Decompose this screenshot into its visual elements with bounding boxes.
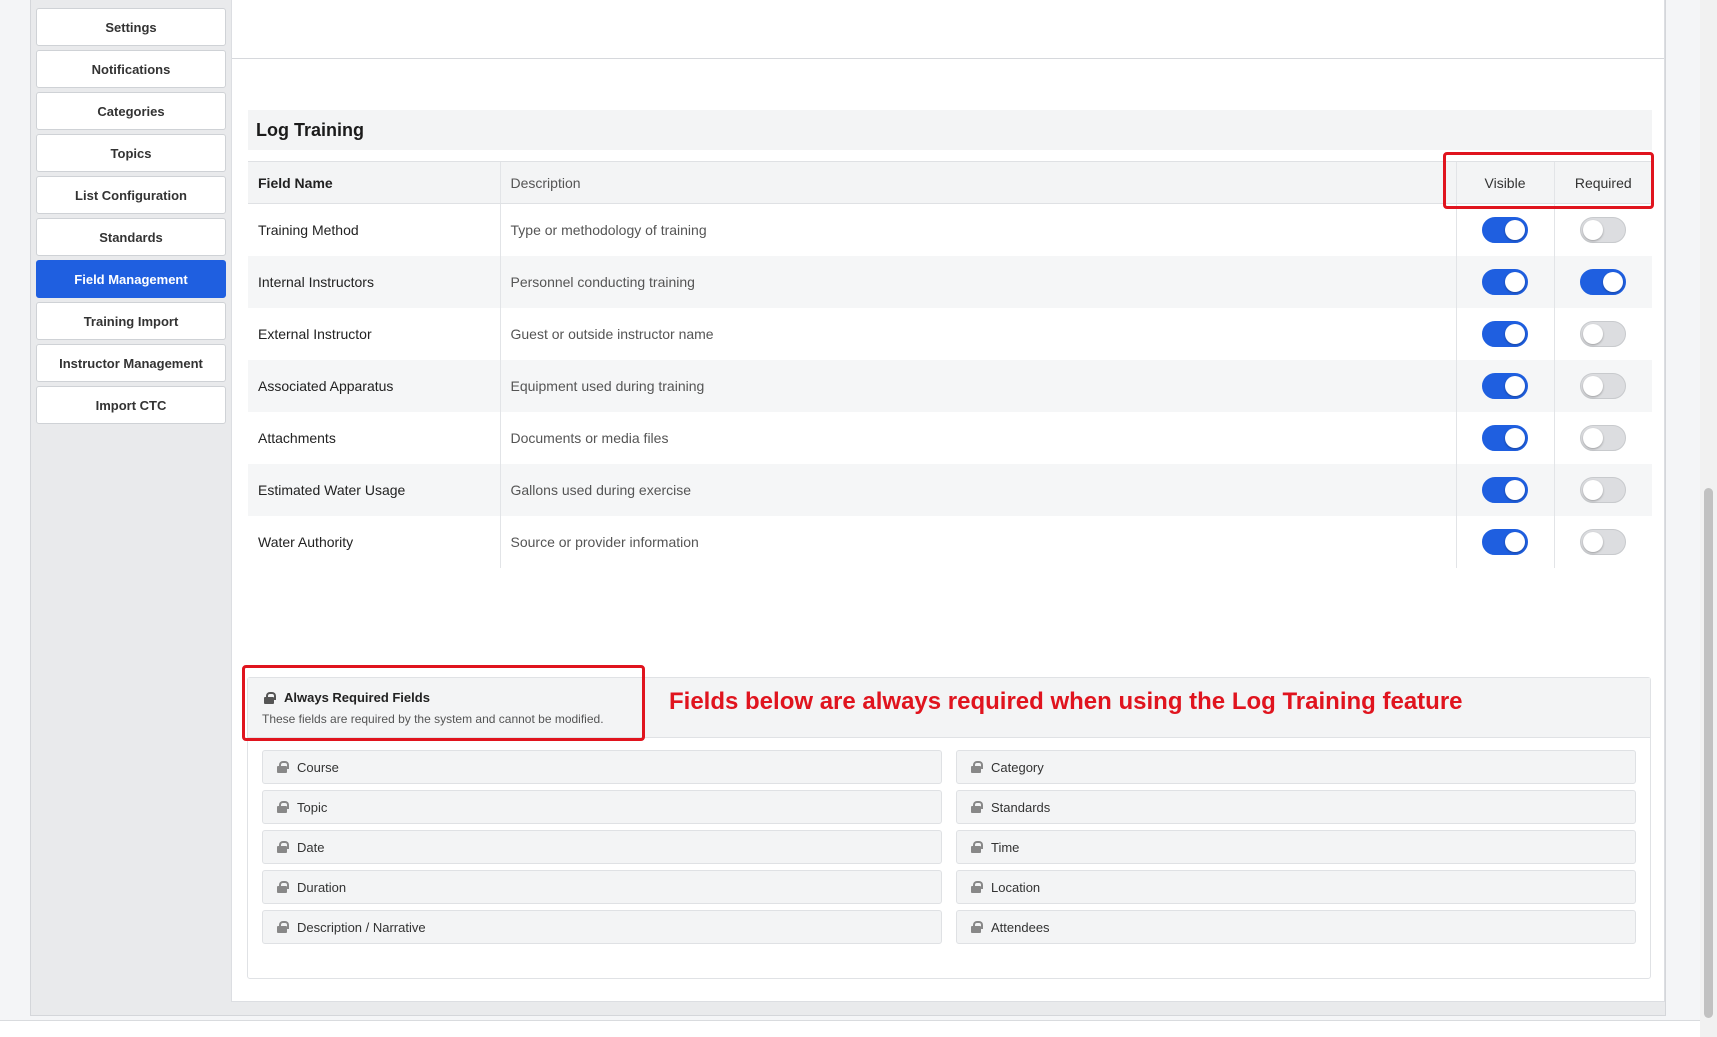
sidebar-item-import-ctc[interactable]: Import CTC — [36, 386, 226, 424]
always-required-subtitle: These fields are required by the system … — [262, 712, 604, 726]
lock-icon — [277, 761, 289, 773]
column-header-description: Description — [499, 161, 1456, 204]
lock-icon — [264, 691, 276, 704]
required-toggle[interactable] — [1580, 424, 1627, 451]
lock-icon — [971, 761, 983, 773]
divider — [232, 58, 1664, 59]
sidebar-item-training-import[interactable]: Training Import — [36, 302, 226, 340]
lock-icon — [277, 881, 289, 893]
required-field-item: Standards — [956, 790, 1636, 824]
required-field-label: Attendees — [991, 919, 1050, 935]
table-row: External Instructor Guest or outside ins… — [248, 307, 1652, 360]
required-field-item: Location — [956, 870, 1636, 904]
lock-icon — [971, 841, 983, 853]
visible-toggle[interactable] — [1482, 424, 1528, 451]
scrollbar-thumb[interactable] — [1704, 488, 1713, 1018]
sidebar-item-notifications[interactable]: Notifications — [36, 50, 226, 88]
required-field-label: Description / Narrative — [297, 919, 426, 935]
visible-toggle[interactable] — [1482, 372, 1528, 399]
required-toggle[interactable] — [1580, 528, 1627, 555]
visible-toggle[interactable] — [1482, 320, 1528, 347]
field-description: Source or provider information — [499, 515, 1456, 568]
field-description: Gallons used during exercise — [499, 463, 1456, 516]
lock-icon — [277, 921, 289, 933]
required-toggle[interactable] — [1580, 476, 1627, 503]
required-field-label: Location — [991, 879, 1041, 895]
visible-toggle[interactable] — [1482, 268, 1528, 295]
required-field-label: Standards — [991, 799, 1051, 815]
required-field-item: Category — [956, 750, 1636, 784]
required-field-label: Date — [297, 839, 325, 855]
field-table: Field Name Description Visible Required … — [248, 161, 1652, 568]
field-description: Equipment used during training — [499, 359, 1456, 412]
column-header-field-name: Field Name — [248, 161, 500, 204]
lock-icon — [971, 881, 983, 893]
field-description: Type or methodology of training — [499, 203, 1456, 256]
table-row: Internal Instructors Personnel conductin… — [248, 255, 1652, 308]
sidebar-item-topics[interactable]: Topics — [36, 134, 226, 172]
visible-toggle[interactable] — [1482, 216, 1528, 243]
sidebar-item-categories[interactable]: Categories — [36, 92, 226, 130]
window-bottom-edge — [0, 1020, 1717, 1037]
required-field-item: Description / Narrative — [262, 910, 942, 944]
field-name: Estimated Water Usage — [248, 463, 500, 516]
visible-toggle[interactable] — [1482, 528, 1528, 555]
always-required-title: Always Required Fields — [284, 690, 430, 705]
field-name: External Instructor — [258, 325, 372, 342]
field-name: Water Authority — [258, 533, 354, 550]
field-name: Attachments — [258, 429, 336, 446]
sidebar-item-instructor-management[interactable]: Instructor Management — [36, 344, 226, 382]
required-toggle[interactable] — [1580, 372, 1627, 399]
required-field-item: Duration — [262, 870, 942, 904]
column-header-required: Required — [1553, 161, 1652, 204]
sidebar-item-standards[interactable]: Standards — [36, 218, 226, 256]
field-name: Training Method — [258, 221, 359, 238]
field-description: Documents or media files — [499, 411, 1456, 464]
field-description: Guest or outside instructor name — [499, 307, 1456, 360]
required-toggle[interactable] — [1580, 216, 1627, 243]
required-field-label: Category — [991, 759, 1044, 775]
required-field-item: Date — [262, 830, 942, 864]
required-field-item: Course — [262, 750, 942, 784]
sidebar-item-field-management[interactable]: Field Management — [36, 260, 226, 298]
lock-icon — [277, 841, 289, 853]
section-title: Log Training — [248, 110, 1652, 150]
table-row: Training Method Type or methodology of t… — [248, 203, 1652, 256]
required-field-label: Duration — [297, 879, 347, 895]
required-toggle[interactable] — [1580, 320, 1627, 347]
table-row: Associated Apparatus Equipment used duri… — [248, 359, 1652, 412]
sidebar-item-list-configuration[interactable]: List Configuration — [36, 176, 226, 214]
sidebar-item-settings[interactable]: Settings — [36, 8, 226, 46]
sidebar: Settings Notifications Categories Topics… — [36, 8, 226, 428]
required-field-label: Topic — [297, 799, 328, 815]
required-toggle[interactable] — [1580, 268, 1627, 295]
always-required-card: Always Required Fields These fields are … — [247, 677, 1651, 979]
required-field-item: Topic — [262, 790, 942, 824]
lock-icon — [277, 801, 289, 813]
annotation-text: Fields below are always required when us… — [669, 688, 1463, 715]
lock-icon — [971, 801, 983, 813]
table-row: Water Authority Source or provider infor… — [248, 515, 1652, 568]
field-description: Personnel conducting training — [499, 255, 1456, 308]
lock-icon — [971, 921, 983, 933]
visible-toggle[interactable] — [1482, 476, 1528, 503]
field-name: Internal Instructors — [248, 255, 500, 308]
table-row: Estimated Water Usage Gallons used durin… — [248, 463, 1652, 516]
field-name: Associated Apparatus — [248, 359, 500, 412]
required-field-label: Time — [991, 839, 1020, 855]
column-header-visible: Visible — [1455, 161, 1554, 204]
required-field-item: Time — [956, 830, 1636, 864]
always-required-grid: Course Category Topic Standards Date Tim… — [262, 750, 1636, 944]
required-field-label: Course — [297, 759, 339, 775]
always-required-title-row: Always Required Fields — [264, 690, 430, 705]
table-row: Attachments Documents or media files — [248, 411, 1652, 464]
required-field-item: Attendees — [956, 910, 1636, 944]
